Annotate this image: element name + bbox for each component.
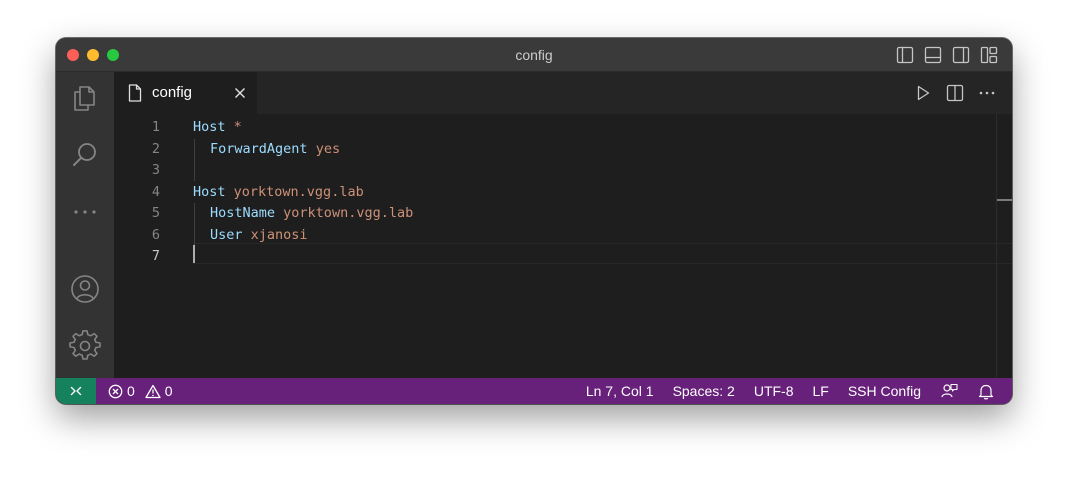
language-mode[interactable]: SSH Config — [848, 378, 921, 404]
code-line: Host yorktown.vgg.lab — [193, 182, 364, 204]
file-icon — [127, 84, 143, 107]
feedback-icon[interactable] — [941, 383, 958, 400]
line-number: 3 — [151, 162, 160, 178]
line-number-active: 7 — [151, 248, 160, 264]
vscode-window: config config 1 2 3 4 5 6 7 Host * Forwa… — [56, 38, 1012, 404]
notifications-bell-icon[interactable] — [978, 383, 994, 400]
line-number: 1 — [151, 119, 160, 135]
more-views-icon[interactable] — [69, 196, 101, 228]
config-value: yorktown.vgg.lab — [283, 205, 414, 221]
config-value: xjanosi — [250, 226, 308, 243]
warning-count: 0 — [164, 383, 173, 399]
indentation[interactable]: Spaces: 2 — [673, 378, 735, 404]
code-line: User xjanosi — [193, 225, 308, 247]
split-editor-icon[interactable] — [946, 84, 964, 102]
config-keyword: Host — [193, 183, 226, 200]
search-icon[interactable] — [69, 139, 101, 171]
line-number: 4 — [151, 183, 160, 200]
cursor-position-marker — [997, 199, 1012, 201]
current-line-highlight — [193, 243, 1012, 264]
error-icon — [108, 384, 123, 398]
problems-indicator[interactable]: 0 0 — [108, 378, 179, 404]
editor-tab-strip: config — [114, 72, 1012, 114]
status-bar: 0 0 Ln 7, Col 1 Spaces: 2 UTF-8 LF SSH C… — [56, 378, 1012, 404]
end-of-line[interactable]: LF — [813, 378, 829, 404]
config-keyword: ForwardAgent — [210, 140, 308, 157]
config-keyword: Host — [193, 119, 226, 135]
line-number: 6 — [151, 226, 160, 243]
line-number: 2 — [151, 140, 160, 157]
customize-layout-icon[interactable] — [980, 46, 998, 64]
cursor-position[interactable]: Ln 7, Col 1 — [586, 378, 654, 404]
text-cursor — [193, 245, 195, 263]
toggle-primary-sidebar-icon[interactable] — [896, 46, 914, 64]
config-value: yes — [315, 140, 341, 157]
file-encoding[interactable]: UTF-8 — [754, 378, 794, 404]
accounts-icon[interactable] — [69, 273, 101, 305]
window-title: config — [515, 47, 553, 63]
code-line: HostName yorktown.vgg.lab — [193, 203, 413, 225]
toggle-secondary-sidebar-icon[interactable] — [952, 46, 970, 64]
settings-gear-icon[interactable] — [69, 330, 101, 362]
layout-controls — [896, 46, 998, 64]
remote-icon — [70, 386, 82, 396]
code-line: Host * — [193, 117, 242, 139]
line-number: 5 — [151, 205, 160, 221]
remote-indicator[interactable] — [56, 378, 96, 404]
maximize-window-button[interactable] — [107, 49, 119, 61]
toggle-panel-icon[interactable] — [924, 46, 942, 64]
more-actions-icon[interactable] — [978, 84, 996, 102]
warning-icon — [145, 384, 161, 398]
line-number-gutter: 1 2 3 4 5 6 7 — [114, 114, 172, 378]
tab-label: config — [152, 84, 193, 101]
activity-bar — [56, 72, 114, 378]
title-bar: config — [56, 38, 1012, 72]
tab-config[interactable]: config — [114, 72, 257, 114]
config-value: * — [233, 119, 242, 135]
minimize-window-button[interactable] — [87, 49, 99, 61]
code-line: ForwardAgent yes — [193, 139, 340, 161]
explorer-icon[interactable] — [69, 82, 101, 114]
close-window-button[interactable] — [67, 49, 79, 61]
config-keyword: HostName — [210, 205, 276, 221]
editor-actions — [914, 84, 996, 102]
error-count: 0 — [127, 383, 135, 399]
close-tab-icon[interactable] — [233, 86, 247, 105]
overview-ruler[interactable] — [996, 114, 997, 378]
status-right-items: Ln 7, Col 1 Spaces: 2 UTF-8 LF SSH Confi… — [567, 378, 994, 404]
code-editor[interactable]: 1 2 3 4 5 6 7 Host * ForwardAgent yes Ho… — [114, 114, 1012, 378]
run-icon[interactable] — [914, 84, 932, 102]
config-value: yorktown.vgg.lab — [233, 183, 364, 200]
config-keyword: User — [210, 226, 243, 243]
